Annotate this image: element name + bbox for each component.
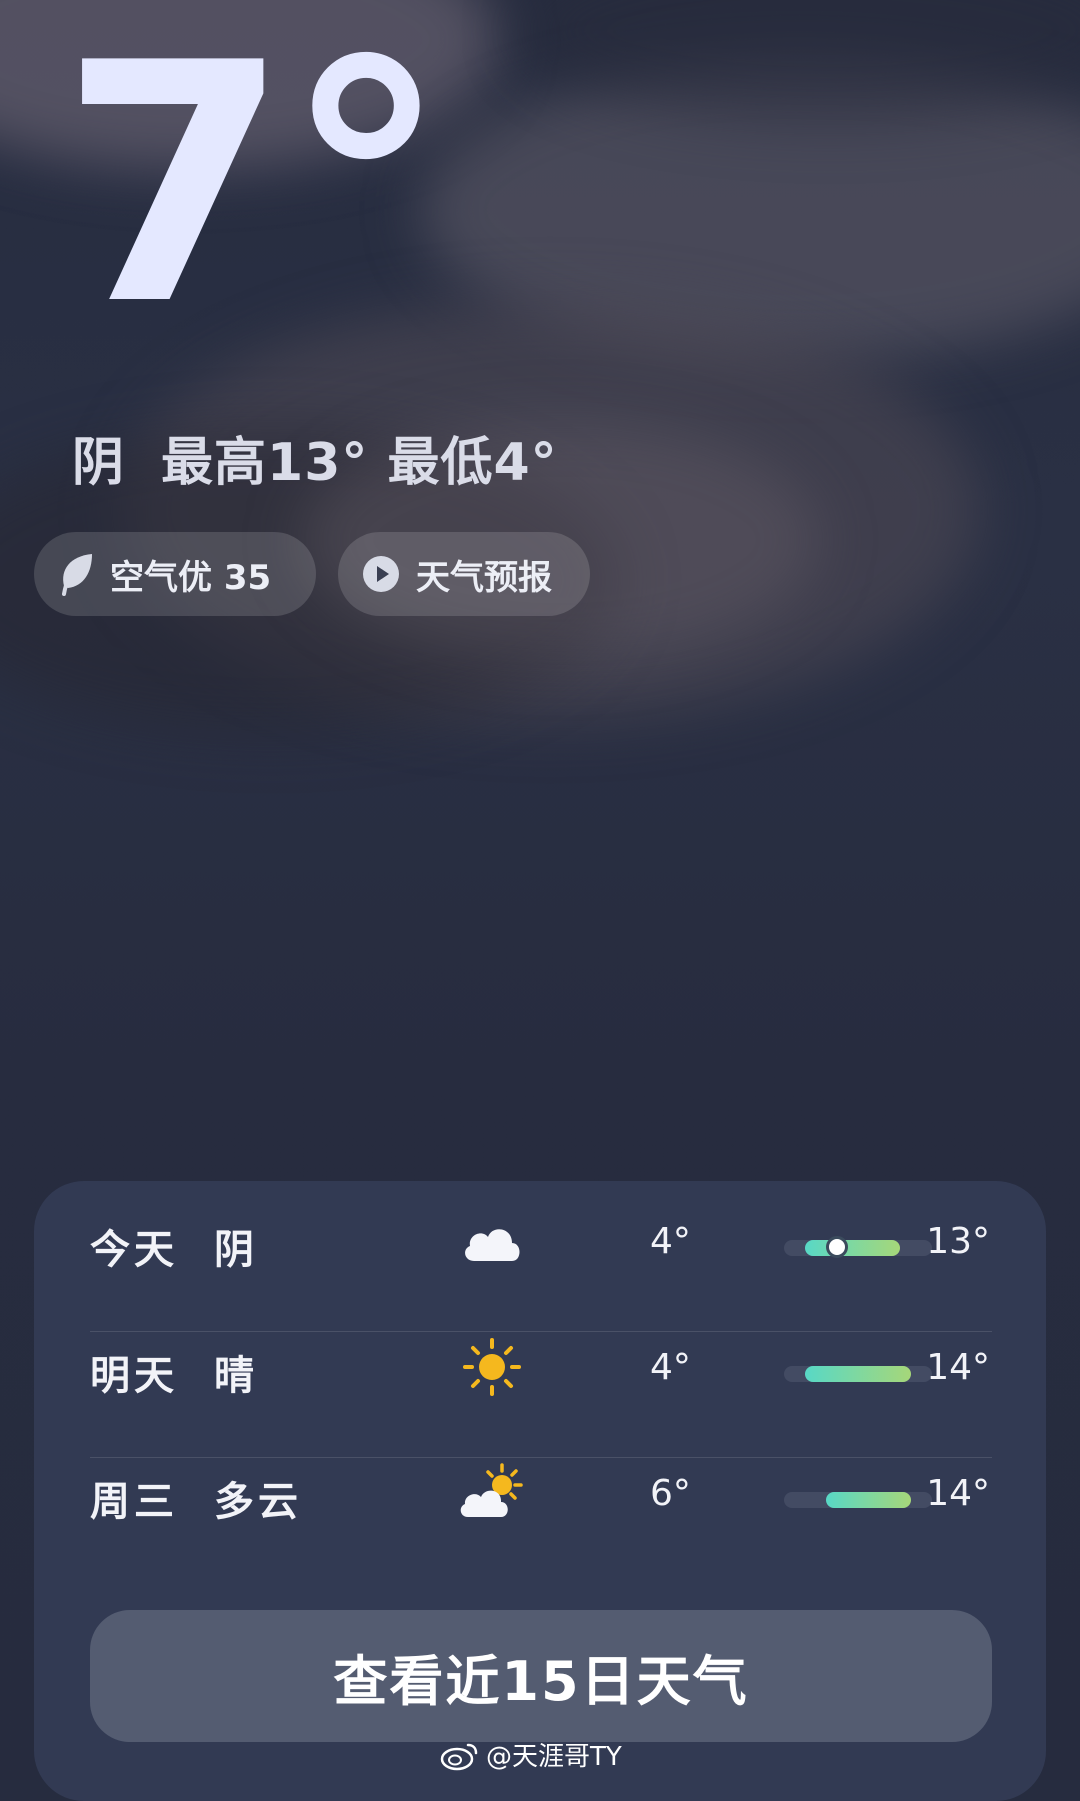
high-low-temperature: 最高13° 最低4° (161, 433, 558, 493)
temperature-range-bar (784, 1492, 932, 1508)
air-quality-label: 空气优 35 (110, 557, 272, 598)
forecast-row-wednesday[interactable]: 周三 多云 6° 14° (90, 1433, 990, 1559)
day-label: 明天 (90, 1353, 178, 1399)
low-temperature: 4° (650, 1221, 691, 1262)
forecast-row-tomorrow[interactable]: 明天 晴 4° 14° (90, 1307, 990, 1433)
forecast-video-button[interactable]: 天气预报 (338, 532, 590, 616)
cloud-icon (465, 1229, 520, 1261)
sun-icon (463, 1338, 521, 1396)
watermark: @天涯哥TY (440, 1736, 622, 1773)
high-temperature: 14° (926, 1347, 990, 1388)
day-label: 今天 (90, 1227, 178, 1273)
temperature-range-bar (784, 1366, 932, 1382)
play-icon (363, 556, 399, 592)
high-temperature: 14° (926, 1473, 990, 1514)
forecast-label: 天气预报 (416, 557, 552, 598)
range-fill (805, 1366, 911, 1382)
partly-cloudy-icon (460, 1463, 523, 1517)
current-temperature-marker (825, 1236, 848, 1258)
leaf-icon (62, 554, 92, 596)
range-fill (826, 1492, 911, 1508)
current-condition: 阴 (72, 433, 126, 493)
forecast-row-today[interactable]: 今天 阴 4° 13° (90, 1181, 990, 1307)
condition-label: 多云 (214, 1479, 302, 1525)
low-temperature: 6° (650, 1473, 691, 1514)
current-temperature: 7° (60, 0, 449, 377)
view-15-day-forecast-button[interactable]: 查看近15日天气 (90, 1610, 992, 1742)
temperature-range-bar (784, 1240, 932, 1256)
high-temperature: 13° (926, 1221, 990, 1262)
weibo-icon (440, 1743, 478, 1770)
weather-summary: 阴最高13° 最低4° (72, 420, 558, 495)
low-temperature: 4° (650, 1347, 691, 1388)
condition-label: 阴 (214, 1227, 258, 1273)
day-label: 周三 (90, 1479, 178, 1525)
watermark-text: @天涯哥TY (486, 1742, 622, 1772)
condition-label: 晴 (214, 1353, 258, 1399)
air-quality-button[interactable]: 空气优 35 (34, 532, 316, 616)
range-fill (805, 1240, 901, 1256)
daily-forecast-card: 今天 阴 4° 13° 明天 晴 4° 14° 周三 多云 6° 14° 查看近… (34, 1181, 1046, 1801)
